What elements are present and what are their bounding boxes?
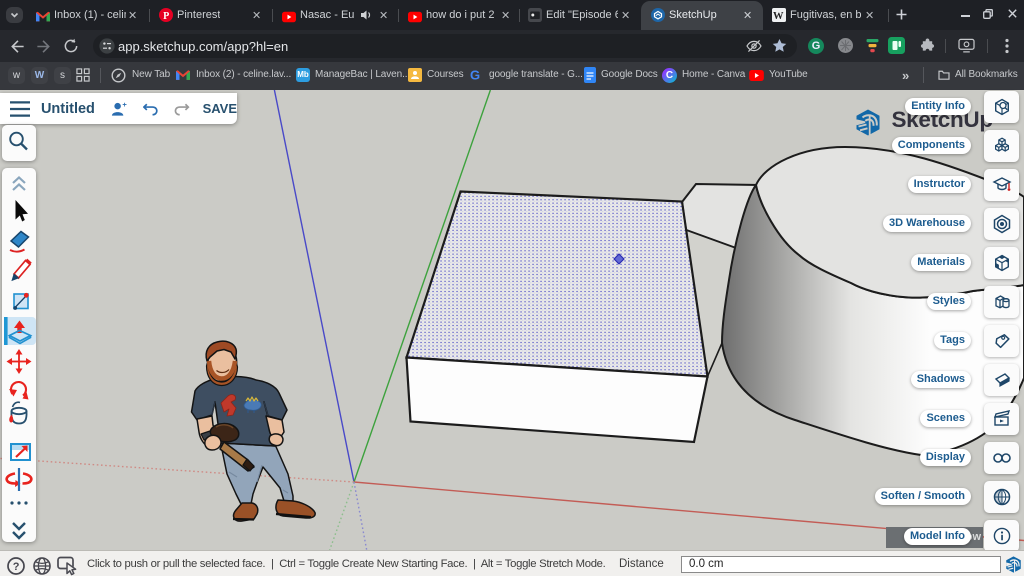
svg-text:P: P	[163, 11, 169, 22]
svg-text:?: ?	[13, 561, 20, 573]
svg-text:G: G	[470, 68, 480, 83]
svg-text:+: +	[122, 101, 127, 109]
svg-text:W: W	[773, 11, 784, 22]
